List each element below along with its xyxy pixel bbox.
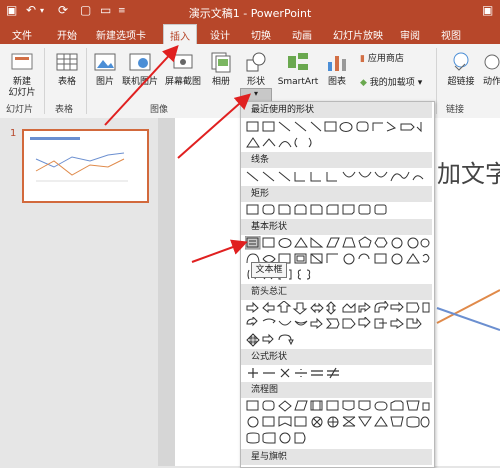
arrow-to-shapes-button bbox=[177, 93, 251, 159]
arrow-to-text-box bbox=[191, 239, 248, 263]
annotation-arrows bbox=[104, 45, 251, 263]
arrow-to-insert-tab bbox=[104, 45, 179, 126]
